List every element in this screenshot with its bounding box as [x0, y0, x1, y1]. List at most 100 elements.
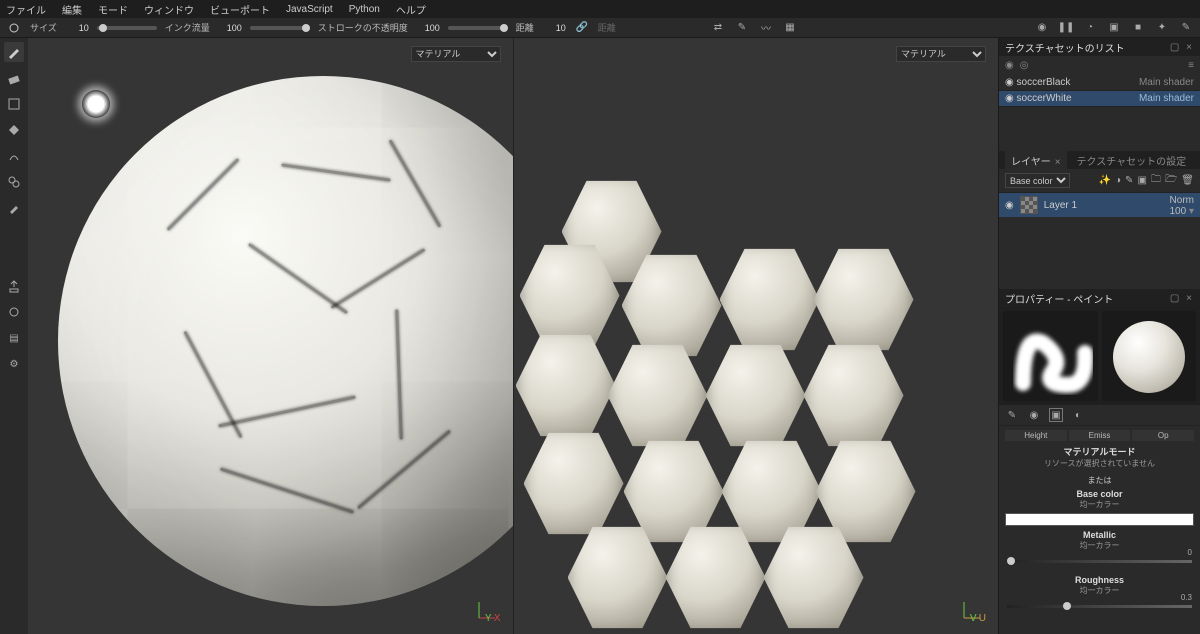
smudge-tool[interactable] — [4, 146, 24, 166]
panel-undock-icon[interactable]: ▢ — [1170, 42, 1181, 53]
menu-window[interactable]: ウィンドウ — [144, 2, 194, 17]
viewport-2d-mode[interactable]: マテリアル — [896, 46, 986, 62]
tab-alpha-icon[interactable]: ◉ — [1027, 408, 1041, 422]
tab-material-icon[interactable]: ▣ — [1049, 408, 1063, 422]
material-mode-label: マテリアルモード — [1005, 445, 1194, 458]
texture-set-list-title: テクスチャセットのリスト▢ × — [999, 38, 1200, 56]
menu-javascript[interactable]: JavaScript — [286, 4, 333, 15]
video-icon[interactable]: ■ — [1130, 20, 1146, 36]
right-panel: テクスチャセットのリスト▢ × ◉ ◎ ≡ ◉ soccerBlackMain … — [998, 38, 1200, 634]
roughness-slider[interactable]: 0.3 — [1007, 602, 1192, 610]
size-value[interactable]: 10 — [65, 23, 89, 33]
bake-icon[interactable]: ▤ — [4, 328, 24, 348]
add-folder-icon[interactable]: 🗁 — [1165, 172, 1177, 189]
paint-tool[interactable] — [4, 42, 24, 62]
camera-mode-icon[interactable]: ◔ — [1082, 20, 1098, 36]
viewport-3d-mode[interactable]: マテリアル — [411, 46, 501, 62]
channel-pills: Height Emiss Op — [1005, 430, 1194, 441]
blend-mode[interactable]: Norm — [1170, 195, 1195, 206]
add-fill-layer-icon[interactable]: ▣ — [1137, 175, 1146, 186]
channel-select[interactable]: Base color — [1005, 173, 1070, 188]
menu-python[interactable]: Python — [349, 4, 380, 15]
visibility-solo-icon[interactable]: ◎ — [1020, 60, 1029, 71]
size-slider[interactable] — [97, 26, 157, 30]
layer-row[interactable]: ◉ Layer 1 Norm100 ▾ — [999, 193, 1200, 217]
brush-tip-icon[interactable]: ✎ — [734, 20, 750, 36]
visibility-all-icon[interactable]: ◉ — [1005, 60, 1014, 71]
picker-tool[interactable] — [4, 198, 24, 218]
pill-height[interactable]: Height — [1005, 430, 1067, 441]
opacity-value[interactable]: 100 — [416, 23, 440, 33]
mesh-soccer-ball — [58, 76, 513, 606]
pin-icon[interactable]: ✎ — [1178, 20, 1194, 36]
menu-help[interactable]: ヘルプ — [396, 2, 426, 17]
metallic-slider[interactable]: 0 — [1007, 557, 1192, 565]
basecolor-label: Base color — [1005, 489, 1194, 499]
uv-hex-layout — [514, 38, 999, 634]
flow-slider[interactable] — [250, 26, 310, 30]
size-label: サイズ — [30, 21, 57, 34]
cube-icon[interactable]: ▣ — [1106, 20, 1122, 36]
eye-icon[interactable]: ◉ — [1005, 93, 1014, 104]
tab-texture-set-settings[interactable]: テクスチャセットの設定 — [1071, 151, 1193, 170]
texture-set-row[interactable]: ◉ soccerWhiteMain shader — [999, 91, 1200, 107]
layers-toolbar: Base color ✨ ◑ ✎ ▣ 🗀 🗁 🗑 — [999, 169, 1200, 193]
add-paint-layer-icon[interactable]: ✎ — [1125, 175, 1133, 186]
close-icon[interactable]: × — [1055, 157, 1061, 168]
grid-icon[interactable]: ▦ — [782, 20, 798, 36]
menu-edit[interactable]: 編集 — [62, 2, 82, 17]
pause-icon[interactable]: ❚❚ — [1058, 20, 1074, 36]
pill-op[interactable]: Op — [1132, 430, 1194, 441]
layer-thumbnail — [1020, 196, 1038, 214]
eraser-tool[interactable] — [4, 68, 24, 88]
menu-viewport[interactable]: ビューポート — [210, 2, 270, 17]
dist-value[interactable]: 10 — [542, 23, 566, 33]
add-group-icon[interactable]: 🗀 — [1151, 172, 1161, 189]
panel-undock-icon[interactable]: ▢ — [1170, 293, 1181, 304]
brush-cursor-indicator — [82, 90, 110, 118]
add-effect-icon[interactable]: ✨ — [1099, 175, 1111, 186]
eye-icon[interactable]: ◉ — [1005, 200, 1014, 211]
roughness-label: Roughness — [1005, 575, 1194, 585]
basecolor-uniform: 均一カラー — [1005, 499, 1194, 510]
pill-emiss[interactable]: Emiss — [1069, 430, 1131, 441]
export-icon[interactable] — [4, 276, 24, 296]
texture-set-row[interactable]: ◉ soccerBlackMain shader — [999, 75, 1200, 91]
sym-x-icon[interactable]: ⇄ — [710, 20, 726, 36]
panel-close-icon[interactable]: × — [1186, 42, 1194, 53]
add-mask-icon[interactable]: ◑ — [1115, 175, 1121, 186]
tab-layers[interactable]: レイヤー× — [1005, 151, 1067, 170]
projection-tool[interactable] — [4, 94, 24, 114]
layer-name[interactable]: Layer 1 — [1044, 200, 1077, 211]
menu-file[interactable]: ファイル — [6, 2, 46, 17]
layer-opacity[interactable]: 100 — [1170, 206, 1187, 217]
menu-mode[interactable]: モード — [98, 2, 128, 17]
flow-value[interactable]: 100 — [218, 23, 242, 33]
opacity-slider[interactable] — [448, 26, 508, 30]
tab-stencil-icon[interactable]: ◐ — [1071, 408, 1085, 422]
properties-body: Height Emiss Op マテリアルモード リソースが選択されていません … — [999, 426, 1200, 624]
properties-tabs: ✎ ◉ ▣ ◐ — [999, 405, 1200, 426]
viewport-3d[interactable]: マテリアル Y X — [28, 38, 513, 634]
opacity-label: ストロークの不透明度 — [318, 21, 408, 34]
render-icon[interactable]: ✦ — [1154, 20, 1170, 36]
iray-icon[interactable] — [4, 302, 24, 322]
eye-icon[interactable]: ◉ — [1005, 77, 1014, 88]
basecolor-swatch[interactable] — [1005, 513, 1194, 526]
delete-layer-icon[interactable]: 🗑 — [1181, 175, 1194, 186]
texture-set-menu-icon[interactable]: ≡ — [1188, 60, 1194, 71]
panel-close-icon[interactable]: × — [1186, 293, 1194, 304]
settings-icon[interactable]: ⚙ — [4, 354, 24, 374]
viewport-2d[interactable]: マテリアル V U — [513, 38, 999, 634]
link-icon[interactable]: 🔗 — [574, 20, 590, 36]
polyfill-tool[interactable] — [4, 120, 24, 140]
layers-panel-header: レイヤー× テクスチャセットの設定 — [999, 151, 1200, 169]
clone-tool[interactable] — [4, 172, 24, 192]
tool-options-bar: サイズ 10 インク流量 100 ストロークの不透明度 100 距離 10 🔗 … — [0, 18, 1200, 38]
lazy-mouse-icon[interactable]: 〰 — [758, 20, 774, 36]
flow-label: インク流量 — [165, 21, 210, 34]
metallic-label: Metallic — [1005, 530, 1194, 540]
brush-preset-icon[interactable] — [6, 20, 22, 36]
perspective-icon[interactable]: ◉ — [1034, 20, 1050, 36]
tab-brush-icon[interactable]: ✎ — [1005, 408, 1019, 422]
